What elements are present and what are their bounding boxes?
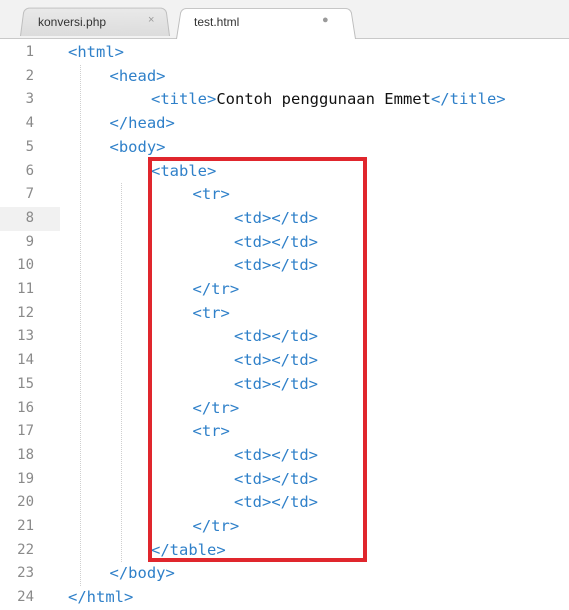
line-number: 9 <box>25 233 34 250</box>
line-number: 4 <box>25 115 34 132</box>
code-text: </html> <box>68 586 133 610</box>
code-line[interactable]: 1 <html> <box>0 41 569 65</box>
line-number: 5 <box>25 138 34 155</box>
code-tag: <head> <box>109 66 166 85</box>
highlight-box <box>148 157 367 562</box>
code-line[interactable]: 4 </head> <box>0 112 569 136</box>
line-number: 3 <box>25 91 34 108</box>
code-line[interactable]: 2 <head> <box>0 65 569 89</box>
code-tag: </html> <box>68 588 134 607</box>
line-number: 20 <box>17 494 34 511</box>
line-number: 8 <box>25 209 34 226</box>
code-editor[interactable]: 1 <html> 2 <head> 3 <title>Contoh penggunaan … <box>0 39 569 606</box>
line-number: 16 <box>17 399 34 416</box>
code-line[interactable]: 23 </body> <box>0 562 569 586</box>
line-number: 10 <box>17 257 34 274</box>
code-line[interactable]: 3 <title>Contoh penggunaan Emmet</title> <box>0 88 569 112</box>
tab-test-html[interactable]: test.html ● <box>176 6 356 39</box>
code-tag: </body> <box>109 564 175 583</box>
close-icon[interactable]: × <box>148 14 154 26</box>
indent-guide <box>121 183 122 563</box>
code-text: </head> <box>110 112 175 136</box>
tab-bar: konversi.php × test.html ● <box>0 0 569 39</box>
line-number: 14 <box>17 352 34 369</box>
code-line[interactable]: 24 </html> <box>0 586 569 610</box>
code-text: <html> <box>68 41 124 65</box>
code-line[interactable]: 5 <body> <box>0 136 569 160</box>
line-number: 17 <box>17 423 34 440</box>
unsaved-dot-icon[interactable]: ● <box>322 14 329 26</box>
indent-guide <box>79 64 81 587</box>
code-tag: <title> <box>151 90 217 109</box>
line-number: 6 <box>25 162 34 179</box>
line-number: 15 <box>17 375 34 392</box>
code-tag: </title> <box>430 90 506 109</box>
code-line[interactable]: 8 <td></td> <box>0 206 318 231</box>
line-number: 21 <box>17 518 34 534</box>
code-text: <title>Contoh penggunaan Emmet</title> <box>151 88 506 112</box>
line-number: 12 <box>17 304 34 321</box>
line-number: 24 <box>17 589 34 606</box>
code-tag: <body> <box>109 137 166 156</box>
line-number: 13 <box>17 328 34 345</box>
code-text-content: Contoh penggunaan Emmet <box>216 90 431 109</box>
line-number: 11 <box>17 281 34 297</box>
line-number: 2 <box>25 67 34 84</box>
code-tag: <html> <box>68 43 124 61</box>
tab-label: konversi.php <box>38 15 107 29</box>
code-text: <body> <box>110 136 166 160</box>
line-number: 1 <box>25 44 34 60</box>
code-text: <head> <box>110 65 166 89</box>
line-number: 19 <box>17 470 34 487</box>
tab-label: test.html <box>194 15 240 29</box>
code-tag: </head> <box>109 114 175 133</box>
line-number: 7 <box>25 186 34 203</box>
tab-konversi-php[interactable]: konversi.php × <box>20 6 170 37</box>
line-number: 18 <box>17 446 34 463</box>
line-number: 23 <box>17 565 34 582</box>
code-text: </body> <box>110 562 175 586</box>
line-number: 22 <box>17 541 34 558</box>
